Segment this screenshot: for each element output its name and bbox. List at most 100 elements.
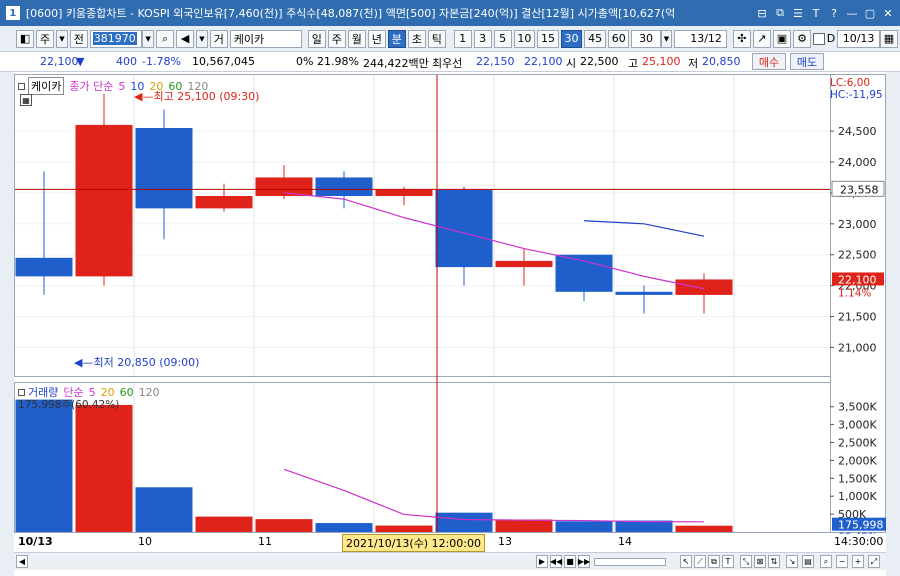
chart-canvas[interactable]: 24,50024,00023,50023,00022,50022,00021,5… — [14, 74, 886, 534]
panel-square-icon[interactable] — [18, 388, 25, 396]
volume-bar[interactable] — [135, 487, 193, 532]
window-number[interactable]: 1 — [6, 6, 20, 20]
period-month[interactable]: 월 — [347, 29, 366, 48]
chart-type-dropdown[interactable]: ▼ — [56, 29, 68, 48]
cursor-icon[interactable]: ↖ — [680, 555, 692, 568]
volume-bar[interactable] — [555, 521, 613, 532]
layout-icon[interactable]: ◧ — [16, 29, 35, 48]
period-day[interactable]: 일 — [307, 29, 326, 48]
draw-down-icon[interactable]: ↘ — [786, 555, 798, 568]
date-checkbox[interactable] — [813, 32, 825, 45]
x-label-14: 14 — [618, 535, 632, 548]
volume-bar[interactable] — [75, 404, 133, 532]
chart-scrollbar[interactable]: ◀ ▶ ◀◀ ■ ▶▶ ↖ ⟋ ⧉ T ⤡ ⊠ ⇅ ↘ ▤ ⌕ − + ⤢ — [14, 552, 886, 570]
candle-body[interactable] — [75, 124, 133, 277]
minimize-icon[interactable]: — — [844, 5, 860, 21]
candle-body[interactable] — [315, 177, 373, 196]
low-annotation: ◀— 최저 20,850 (09:00) — [74, 354, 199, 370]
volume-bar[interactable] — [255, 519, 313, 532]
candle-body[interactable] — [675, 279, 733, 295]
scale-icon[interactable]: ⇅ — [768, 555, 780, 568]
grid-toggle-icon[interactable]: ▦ — [20, 94, 32, 106]
zoom-out-icon[interactable]: − — [836, 555, 848, 568]
text-tool-icon[interactable]: T — [722, 555, 734, 568]
code-dropdown[interactable]: ▼ — [142, 29, 155, 48]
minute-45[interactable]: 45 — [584, 29, 606, 48]
sell-button[interactable]: 매도 — [790, 53, 824, 70]
expand-icon[interactable]: ⤢ — [868, 555, 880, 568]
volume-bar[interactable] — [315, 523, 373, 532]
period-week[interactable]: 주 — [327, 29, 346, 48]
candle-body[interactable] — [195, 196, 253, 209]
x-label-first: 10/13 — [18, 535, 53, 548]
table-icon[interactable]: ▤ — [802, 555, 814, 568]
count-input[interactable]: 13/12 — [674, 29, 727, 48]
period-value-input[interactable]: 30 — [631, 29, 661, 48]
prev-button[interactable]: 전 — [69, 29, 88, 48]
help-icon[interactable]: ? — [826, 5, 842, 21]
zoom-icon[interactable]: ⌕ — [820, 555, 832, 568]
volume-bar[interactable] — [375, 525, 433, 532]
candle-body[interactable] — [555, 254, 613, 292]
volume-tick-label: 2,000K — [838, 454, 877, 467]
restore-window-icon[interactable]: ⧉ — [772, 5, 788, 21]
minute-15[interactable]: 15 — [537, 29, 559, 48]
history-dropdown[interactable]: ▼ — [196, 29, 208, 48]
split-icon[interactable]: ⊟ — [754, 5, 770, 21]
scroll-stop-icon[interactable]: ■ — [564, 555, 576, 568]
candle-body[interactable] — [495, 260, 553, 268]
scroll-thumb[interactable] — [594, 558, 666, 566]
period-minute[interactable]: 분 — [387, 29, 406, 48]
search-icon[interactable]: ⌕ — [156, 29, 175, 48]
panel-square-icon[interactable] — [18, 82, 25, 90]
minute-1[interactable]: 1 — [453, 29, 472, 48]
open-label: 시 — [566, 57, 577, 70]
volume-bar[interactable] — [15, 399, 73, 532]
zoom-in-icon[interactable]: + — [852, 555, 864, 568]
chart-type-button[interactable]: 주 — [36, 29, 55, 48]
buy-button[interactable]: 매수 — [752, 53, 786, 70]
minute-30[interactable]: 30 — [560, 29, 583, 48]
scroll-left-icon[interactable]: ◀ — [16, 555, 28, 568]
candle-body[interactable] — [135, 128, 193, 209]
diag-icon[interactable]: ⤡ — [740, 555, 752, 568]
indicator-icon[interactable]: ✣ — [732, 29, 751, 48]
font-icon[interactable]: T — [808, 5, 824, 21]
period-value-dropdown[interactable]: ▼ — [660, 29, 673, 48]
volume-tick-label: 3,000K — [838, 419, 877, 432]
menu-icon[interactable]: ☰ — [790, 5, 806, 21]
drawing-icon[interactable]: ↗ — [752, 29, 771, 48]
candle-body[interactable] — [375, 189, 433, 196]
candle-body[interactable] — [615, 291, 673, 295]
minute-60[interactable]: 60 — [607, 29, 630, 48]
chart-area[interactable]: 24,50024,00023,50023,00022,50022,00021,5… — [14, 74, 886, 534]
scroll-play-icon[interactable]: ▶ — [536, 555, 548, 568]
stock-name-field[interactable]: 케이카 — [229, 29, 302, 48]
scroll-rewind-icon[interactable]: ◀◀ — [550, 555, 562, 568]
copy-icon[interactable]: ⧉ — [708, 555, 720, 568]
chart-tool-icon[interactable]: ⊠ — [754, 555, 766, 568]
volume-bar[interactable] — [435, 512, 493, 532]
date-input[interactable]: 10/13 — [837, 29, 880, 48]
period-year[interactable]: 년 — [367, 29, 386, 48]
minute-10[interactable]: 10 — [513, 29, 536, 48]
search-type-button[interactable]: 거 — [209, 29, 228, 48]
draw-line-icon[interactable]: ⟋ — [694, 555, 706, 568]
maximize-icon[interactable]: ▢ — [862, 5, 878, 21]
period-tick[interactable]: 틱 — [427, 29, 446, 48]
minute-5[interactable]: 5 — [493, 29, 512, 48]
volume-bar[interactable] — [495, 519, 553, 532]
stock-label[interactable]: 케이카 — [28, 77, 65, 95]
calendar-icon[interactable]: ▦ — [879, 29, 899, 48]
save-icon[interactable]: ▣ — [772, 29, 791, 48]
volume-bar[interactable] — [675, 525, 733, 532]
scroll-forward-icon[interactable]: ▶▶ — [578, 555, 590, 568]
candle-body[interactable] — [15, 257, 73, 277]
stock-code-input[interactable]: 381970 — [89, 29, 143, 48]
minute-3[interactable]: 3 — [473, 29, 492, 48]
period-second[interactable]: 초 — [407, 29, 426, 48]
volume-bar[interactable] — [195, 516, 253, 532]
back-icon[interactable]: ◀ — [176, 29, 195, 48]
settings-gear-icon[interactable]: ⚙ — [793, 29, 811, 48]
close-icon[interactable]: ✕ — [880, 5, 896, 21]
